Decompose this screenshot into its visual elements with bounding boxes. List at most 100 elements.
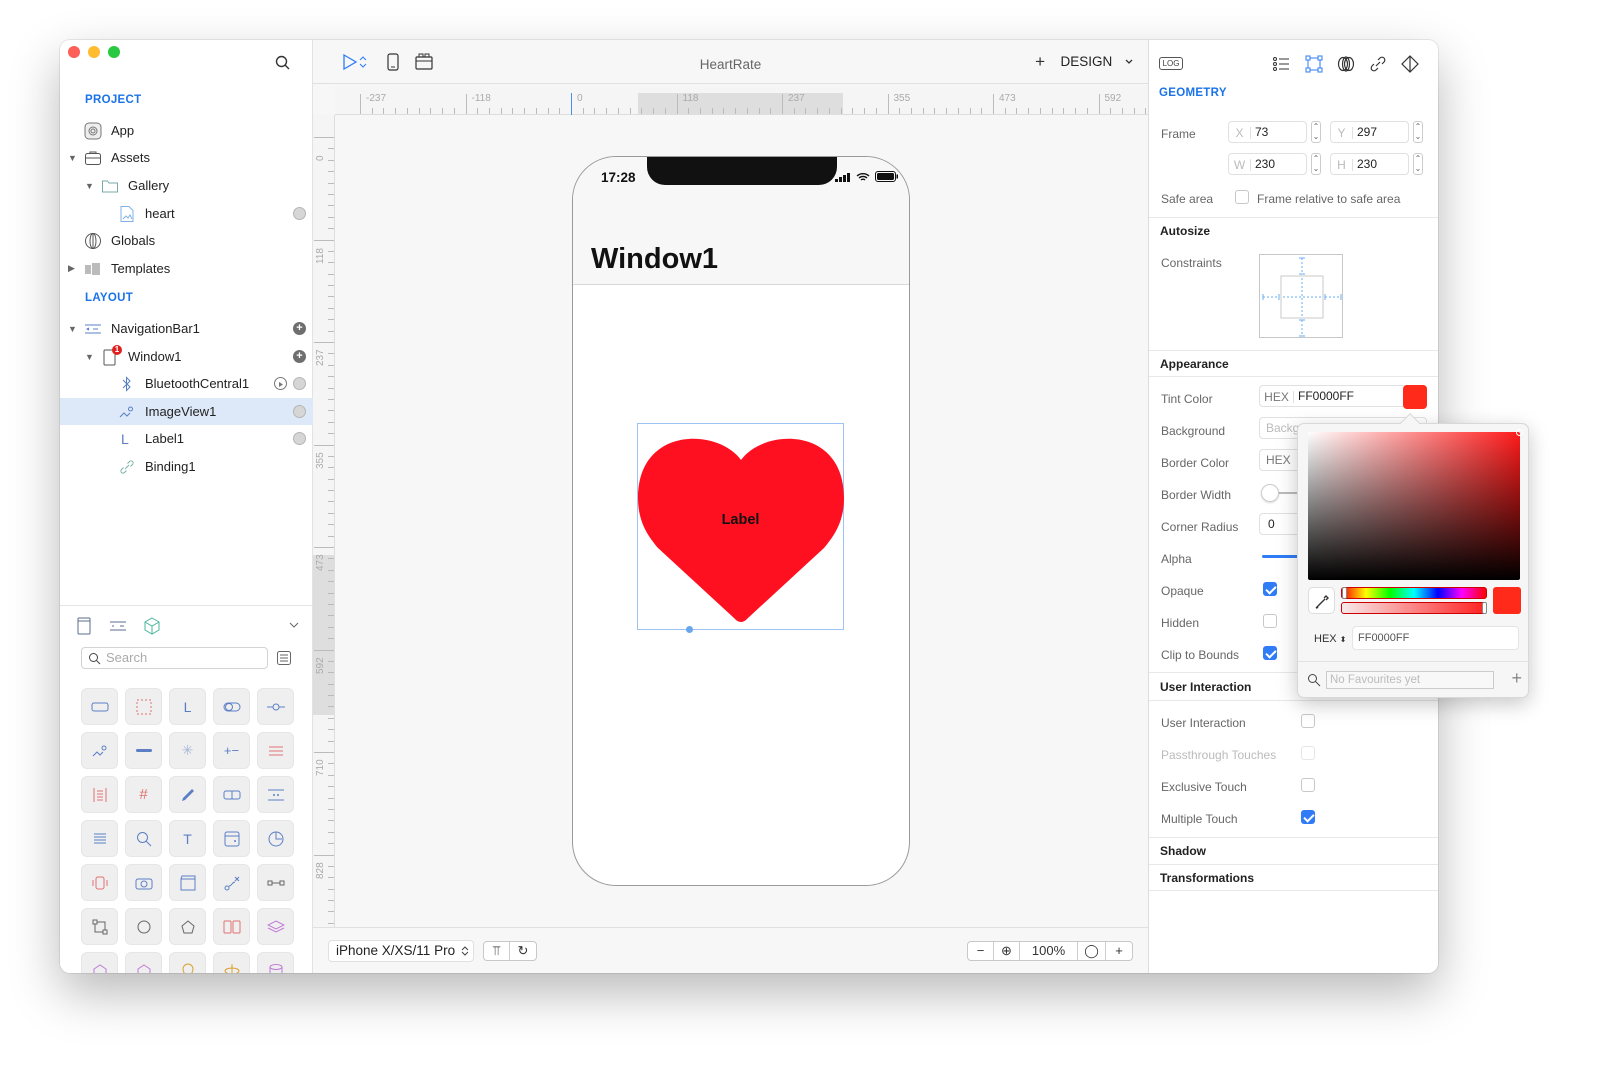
navigation-bar[interactable]: 17:28 Window1 <box>573 157 909 285</box>
switch-component-icon[interactable] <box>213 688 250 725</box>
tint-color-swatch[interactable] <box>1403 385 1427 409</box>
vibration-component-icon[interactable] <box>81 864 118 901</box>
frame-h-field[interactable]: H 230 <box>1330 153 1409 175</box>
actions-tab-icon[interactable] <box>1400 54 1420 74</box>
datepicker-component-icon[interactable] <box>213 820 250 857</box>
slider-component-icon[interactable] <box>257 688 294 725</box>
zoom-fit-icon[interactable]: ⊕ <box>994 942 1020 960</box>
add-child-button[interactable]: + <box>293 350 306 363</box>
collection-component-icon[interactable]: # <box>125 776 162 813</box>
add-child-button[interactable]: + <box>293 322 306 335</box>
disclosure-open-icon[interactable]: ▼ <box>68 153 77 163</box>
tree-item-window[interactable]: ▼ 1 Window1 + <box>60 343 313 370</box>
align-icon[interactable]: ⫪ <box>484 942 510 960</box>
status-circle-icon[interactable] <box>293 432 306 445</box>
status-circle-icon[interactable] <box>293 405 306 418</box>
zoom-out-button[interactable]: − <box>968 942 994 960</box>
frame-w-field[interactable]: W 230 <box>1228 153 1307 175</box>
add-favourite-button[interactable]: + <box>1511 668 1522 689</box>
search-icon[interactable] <box>274 54 292 72</box>
view-component-icon[interactable] <box>125 688 162 725</box>
timer-component-icon[interactable] <box>257 820 294 857</box>
tree-item-label1[interactable]: L Label1 <box>60 425 313 452</box>
chevron-down-icon[interactable] <box>287 618 301 632</box>
mode-selector[interactable]: DESIGN <box>1060 54 1134 69</box>
log-button[interactable]: LOG <box>1159 57 1183 70</box>
pagecontrol-component-icon[interactable] <box>257 776 294 813</box>
connector-component-icon[interactable] <box>257 864 294 901</box>
vertical-ruler[interactable]: 0 118 237 355 473 592 710 828 <box>313 115 335 947</box>
shadow-section[interactable]: Shadow <box>1149 837 1438 864</box>
zoom-in-button[interactable]: + <box>1106 942 1132 960</box>
hex-value-field[interactable]: FF0000FF <box>1352 626 1519 650</box>
frame-x-stepper[interactable]: ⌃ ⌄ <box>1311 121 1321 143</box>
add-button[interactable]: + <box>1035 52 1045 72</box>
tableview-component-icon[interactable] <box>81 776 118 813</box>
imageview-component-icon[interactable] <box>81 732 118 769</box>
label-element[interactable]: Label <box>638 512 843 528</box>
current-color-swatch[interactable] <box>1493 587 1521 614</box>
activity-indicator-icon[interactable]: ✳ <box>169 732 206 769</box>
tree-item-assets[interactable]: ▼ Assets <box>60 144 313 171</box>
polygon-shape-icon[interactable] <box>169 908 206 945</box>
device-selector[interactable]: iPhone X/XS/11 Pro <box>328 940 474 962</box>
gyro-component-icon[interactable] <box>213 952 250 973</box>
tree-item-app[interactable]: App <box>60 117 313 144</box>
zoom-level[interactable]: 100% <box>1020 942 1078 960</box>
store2-component-icon[interactable] <box>125 952 162 973</box>
border-width-slider[interactable] <box>1261 484 1279 502</box>
navbar-tab-icon[interactable] <box>108 616 128 636</box>
library-search-input[interactable]: Search <box>81 647 268 669</box>
textview-component-icon[interactable] <box>81 820 118 857</box>
rotate-icon[interactable]: ↻ <box>510 942 536 960</box>
disclosure-closed-icon[interactable]: ▶ <box>68 263 75 274</box>
bindings-tab-icon[interactable] <box>1368 54 1388 74</box>
properties-list-icon[interactable] <box>1271 54 1291 74</box>
constraints-editor[interactable] <box>1259 254 1343 338</box>
disclosure-open-icon[interactable]: ▼ <box>85 352 94 362</box>
hue-slider[interactable] <box>1341 587 1487 599</box>
close-window-button[interactable] <box>68 46 80 58</box>
stepper-component-icon[interactable]: +− <box>213 732 250 769</box>
split-component-icon[interactable] <box>213 908 250 945</box>
layers-component-icon[interactable] <box>257 908 294 945</box>
effects-tab-icon[interactable] <box>1336 54 1356 74</box>
geometry-tab-icon[interactable] <box>1304 54 1324 74</box>
zoom-window-button[interactable] <box>108 46 120 58</box>
rect-shape-icon[interactable] <box>81 908 118 945</box>
pen-component-icon[interactable] <box>169 776 206 813</box>
location-component-icon[interactable] <box>169 952 206 973</box>
tree-item-templates[interactable]: ▶ Templates <box>60 255 313 282</box>
list-view-icon[interactable] <box>276 650 292 666</box>
safe-area-checkbox[interactable] <box>1235 190 1249 204</box>
error-badge[interactable]: 1 <box>112 345 122 355</box>
tree-item-navigationbar[interactable]: ▼ NavigationBar1 + <box>60 315 313 342</box>
minimize-window-button[interactable] <box>88 46 100 58</box>
database-component-icon[interactable] <box>257 952 294 973</box>
tree-item-heart[interactable]: heart <box>60 200 313 227</box>
tint-color-field[interactable]: HEX FF0000FF <box>1259 385 1427 407</box>
status-circle-icon[interactable] <box>293 377 306 390</box>
window-tab-icon[interactable] <box>74 616 94 636</box>
exclusive-touch-checkbox[interactable] <box>1301 778 1315 792</box>
disclosure-open-icon[interactable]: ▼ <box>85 181 94 191</box>
tree-item-bluetooth[interactable]: BluetoothCentral1 <box>60 370 313 397</box>
favourites-input[interactable]: No Favourites yet <box>1326 671 1494 689</box>
saturation-brightness-field[interactable] <box>1308 429 1523 580</box>
eyedropper-button[interactable] <box>1308 587 1335 614</box>
path-component-icon[interactable] <box>213 864 250 901</box>
video-component-icon[interactable] <box>169 864 206 901</box>
imageview-selection[interactable]: Label <box>637 423 844 633</box>
tree-item-gallery[interactable]: ▼ Gallery <box>60 172 313 199</box>
multiple-touch-checkbox[interactable] <box>1301 810 1315 824</box>
button-component-icon[interactable] <box>81 688 118 725</box>
canvas-stage[interactable]: 17:28 Window1 Label <box>335 116 1148 926</box>
oval-shape-icon[interactable] <box>125 908 162 945</box>
searchbar-component-icon[interactable] <box>125 820 162 857</box>
opaque-checkbox[interactable] <box>1263 582 1277 596</box>
progress-component-icon[interactable] <box>125 732 162 769</box>
cube-tab-icon[interactable] <box>142 616 162 636</box>
color-cursor[interactable] <box>1516 429 1523 436</box>
play-icon[interactable] <box>274 377 287 390</box>
alpha-slider-knob[interactable] <box>1482 602 1487 614</box>
